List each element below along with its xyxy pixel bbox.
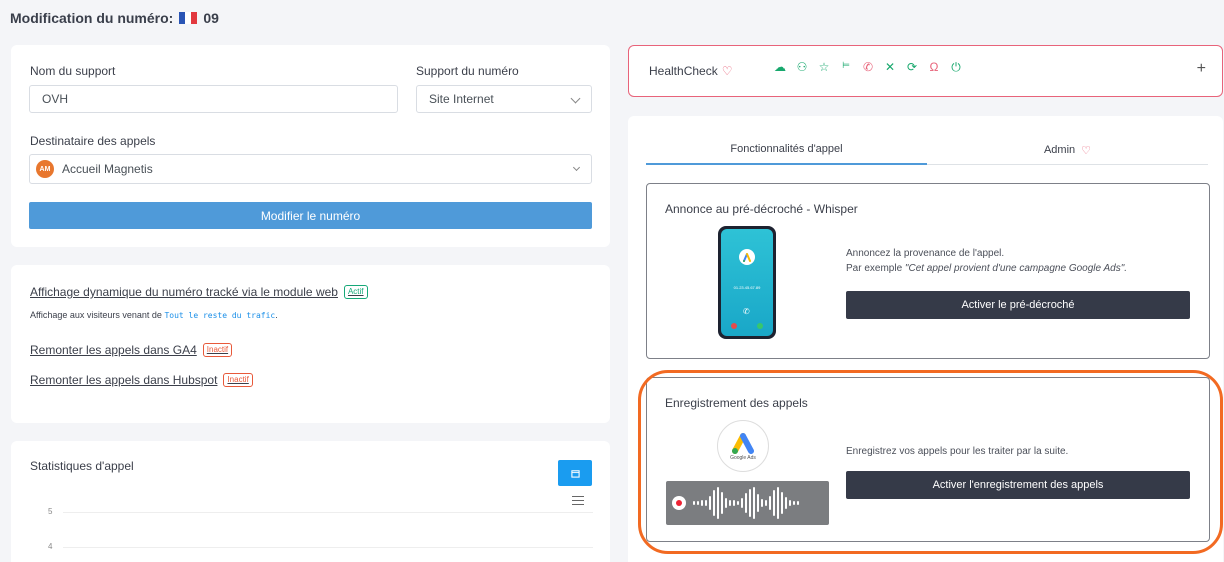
menu-icon[interactable] bbox=[572, 496, 584, 505]
healthcheck-icons: ☁ ⚇ ☆ ⊨ ✆ ✕ ⟳ Ω ⏻ bbox=[769, 60, 967, 75]
stats-card: Statistiques d'appel 5 4 bbox=[11, 441, 610, 562]
phone-icon: ✆ bbox=[743, 307, 750, 316]
add-button[interactable]: + bbox=[1197, 60, 1206, 78]
feature-tabs: Fonctionnalités d'appel Admin ♡ bbox=[646, 135, 1208, 165]
dynamic-display-link-text: Affichage dynamique du numéro tracké via… bbox=[30, 285, 338, 299]
accept-icon bbox=[757, 323, 763, 329]
status-badge: Inactif bbox=[202, 343, 233, 357]
ga4-link-text: Remonter les appels dans GA4 bbox=[30, 343, 197, 357]
support-name-input[interactable]: OVH bbox=[29, 85, 398, 113]
dynamic-display-description: Affichage aux visiteurs venant de Tout l… bbox=[30, 310, 278, 320]
description-prefix: Affichage aux visiteurs venant de bbox=[30, 310, 162, 320]
france-flag-icon bbox=[179, 12, 198, 24]
phone-icon[interactable]: ✆ bbox=[857, 60, 879, 75]
whisper-desc-line1: Annoncez la provenance de l'appel. bbox=[846, 248, 1005, 259]
cloud-icon[interactable]: ☁ bbox=[769, 60, 791, 75]
user-icon[interactable]: ⚇ bbox=[791, 60, 813, 75]
recipient-label: Destinataire des appels bbox=[30, 134, 156, 148]
support-name-label: Nom du support bbox=[30, 64, 116, 78]
heart-icon: ♡ bbox=[721, 64, 733, 78]
activate-whisper-button[interactable]: Activer le pré-décroché bbox=[846, 291, 1190, 319]
whisper-title: Annonce au pré-décroché - Whisper bbox=[665, 202, 858, 216]
recipient-select[interactable]: AM Accueil Magnetis bbox=[29, 154, 592, 184]
calendar-button[interactable] bbox=[558, 460, 592, 486]
ga4-link[interactable]: Remonter les appels dans GA4 Inactif bbox=[30, 343, 233, 357]
grid-line bbox=[63, 512, 593, 513]
number-support-value: Site Internet bbox=[429, 92, 494, 106]
phone-number: 01.23.45.67.89 bbox=[733, 285, 761, 290]
traffic-source-code: Tout le reste du trafic bbox=[164, 311, 276, 320]
chevron-down-icon bbox=[572, 163, 581, 172]
support-name-value: OVH bbox=[42, 92, 69, 106]
page-title: Modification du numéro: 09 bbox=[10, 10, 219, 26]
calendar-icon bbox=[570, 469, 580, 478]
healthcheck-panel: HealthCheck ♡ ☁ ⚇ ☆ ⊨ ✆ ✕ ⟳ Ω ⏻ + bbox=[628, 45, 1223, 97]
avatar: AM bbox=[36, 160, 54, 178]
star-icon[interactable]: ☆ bbox=[813, 60, 835, 75]
healthcheck-title-text: HealthCheck bbox=[649, 64, 718, 78]
bed-icon[interactable]: ⊨ bbox=[835, 60, 857, 75]
dynamic-display-link[interactable]: Affichage dynamique du numéro tracké via… bbox=[30, 285, 368, 299]
number-support-label: Support du numéro bbox=[416, 64, 519, 78]
number-form-card: Nom du support OVH Support du numéro Sit… bbox=[11, 45, 610, 247]
google-ads-icon bbox=[739, 249, 755, 265]
tab-features-label: Fonctionnalités d'appel bbox=[730, 143, 843, 155]
heart-icon: ♡ bbox=[1081, 144, 1092, 157]
decline-icon bbox=[731, 323, 737, 329]
tab-features[interactable]: Fonctionnalités d'appel bbox=[646, 135, 927, 165]
modify-number-button[interactable]: Modifier le numéro bbox=[29, 202, 592, 229]
chevron-down-icon bbox=[570, 93, 581, 104]
close-icon[interactable]: ✕ bbox=[879, 60, 901, 75]
headset-icon[interactable]: Ω bbox=[923, 60, 945, 75]
status-badge: Actif bbox=[343, 285, 368, 299]
integrations-card: Affichage dynamique du numéro tracké via… bbox=[11, 265, 610, 423]
y-tick-label: 5 bbox=[48, 507, 53, 516]
tab-admin[interactable]: Admin ♡ bbox=[927, 135, 1208, 165]
y-tick-label: 4 bbox=[48, 542, 53, 551]
whisper-desc-prefix: Par exemple bbox=[846, 263, 905, 274]
phone-illustration: 01.23.45.67.89 ✆ bbox=[718, 226, 776, 339]
healthcheck-title: HealthCheck ♡ bbox=[649, 64, 732, 78]
page-title-text: Modification du numéro: bbox=[10, 10, 174, 26]
power-icon[interactable]: ⏻ bbox=[945, 60, 967, 75]
whisper-description: Annoncez la provenance de l'appel. Par e… bbox=[846, 246, 1127, 276]
whisper-desc-line2: Par exemple "Cet appel provient d'une ca… bbox=[846, 261, 1127, 276]
hubspot-link[interactable]: Remonter les appels dans Hubspot Inactif bbox=[30, 373, 253, 387]
status-badge: Inactif bbox=[223, 373, 253, 387]
recipient-value: Accueil Magnetis bbox=[62, 162, 153, 176]
hubspot-link-text: Remonter les appels dans Hubspot bbox=[30, 373, 218, 387]
whisper-feature-card: Annonce au pré-décroché - Whisper 01.23.… bbox=[646, 183, 1210, 359]
description-suffix: . bbox=[275, 310, 278, 320]
number-support-select[interactable]: Site Internet bbox=[416, 85, 592, 113]
grid-line bbox=[63, 547, 593, 548]
highlight-outline bbox=[638, 370, 1223, 554]
stats-title: Statistiques d'appel bbox=[30, 459, 134, 473]
whisper-desc-example: "Cet appel provient d'une campagne Googl… bbox=[904, 263, 1128, 274]
tab-admin-label: Admin bbox=[1043, 144, 1076, 156]
refresh-icon[interactable]: ⟳ bbox=[901, 60, 923, 75]
number-suffix: 09 bbox=[203, 10, 219, 26]
